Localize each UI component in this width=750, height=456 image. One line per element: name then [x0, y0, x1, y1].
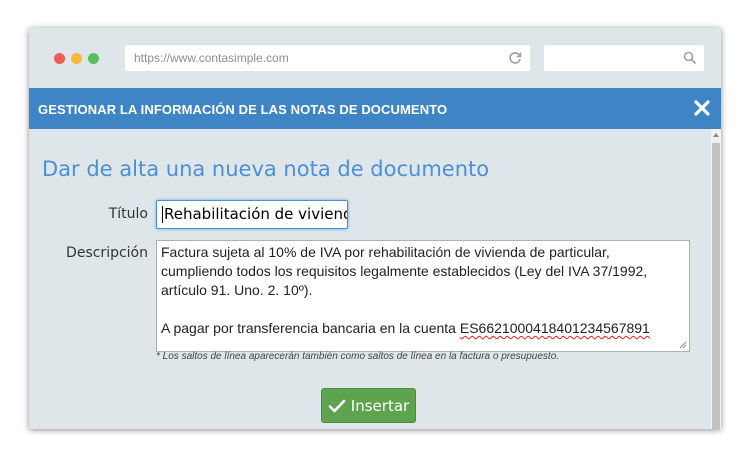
modal-body: Dar de alta una nueva nota de documento …	[29, 129, 711, 429]
browser-toolbar: https://www.contasimple.com	[29, 28, 721, 88]
close-icon[interactable]	[693, 99, 711, 117]
iban-text: ES6621000418401234567891	[459, 320, 650, 336]
minimize-window-dot[interactable]	[71, 53, 82, 64]
browser-search-box[interactable]	[544, 45, 704, 71]
reload-icon[interactable]	[507, 50, 523, 66]
title-input[interactable]: Rehabilitación de vivienda	[156, 200, 348, 229]
maximize-window-dot[interactable]	[88, 53, 99, 64]
modal-title: GESTIONAR LA INFORMACIÓN DE LAS NOTAS DE…	[38, 102, 448, 117]
vertical-scrollbar[interactable]	[711, 129, 721, 429]
section-title: Dar de alta una nueva nota de documento	[42, 157, 490, 181]
scrollbar-thumb[interactable]	[712, 143, 720, 429]
payment-prefix: A pagar por transferencia bancaria en la…	[161, 320, 460, 336]
search-icon[interactable]	[683, 51, 697, 65]
close-window-dot[interactable]	[54, 53, 65, 64]
description-textarea[interactable]: Factura sujeta al 10% de IVA por rehabil…	[156, 240, 690, 352]
description-line: cumpliendo todos los requisitos legalmen…	[161, 263, 648, 279]
browser-window: https://www.contasimple.com GESTIONAR LA…	[29, 28, 721, 429]
check-icon	[328, 399, 346, 412]
url-text: https://www.contasimple.com	[134, 51, 289, 65]
insert-button[interactable]: Insertar	[321, 388, 416, 423]
modal-header: GESTIONAR LA INFORMACIÓN DE LAS NOTAS DE…	[29, 88, 721, 129]
scroll-up-arrow-icon[interactable]	[713, 133, 719, 137]
description-line: artículo 91. Uno. 2. 10º).	[161, 282, 313, 298]
address-bar[interactable]: https://www.contasimple.com	[125, 45, 530, 71]
line-break-hint: * Los saltos de línea aparecerán también…	[156, 351, 560, 362]
insert-button-label: Insertar	[350, 396, 410, 415]
resize-grip-icon[interactable]	[679, 341, 687, 349]
description-line: Factura sujeta al 10% de IVA por rehabil…	[161, 244, 610, 260]
description-label: Descripción	[66, 245, 148, 261]
title-input-value: Rehabilitación de vivienda	[164, 205, 348, 223]
description-payment-line: A pagar por transferencia bancaria en la…	[161, 319, 685, 338]
title-label: Título	[108, 206, 148, 222]
text-caret	[162, 206, 163, 223]
